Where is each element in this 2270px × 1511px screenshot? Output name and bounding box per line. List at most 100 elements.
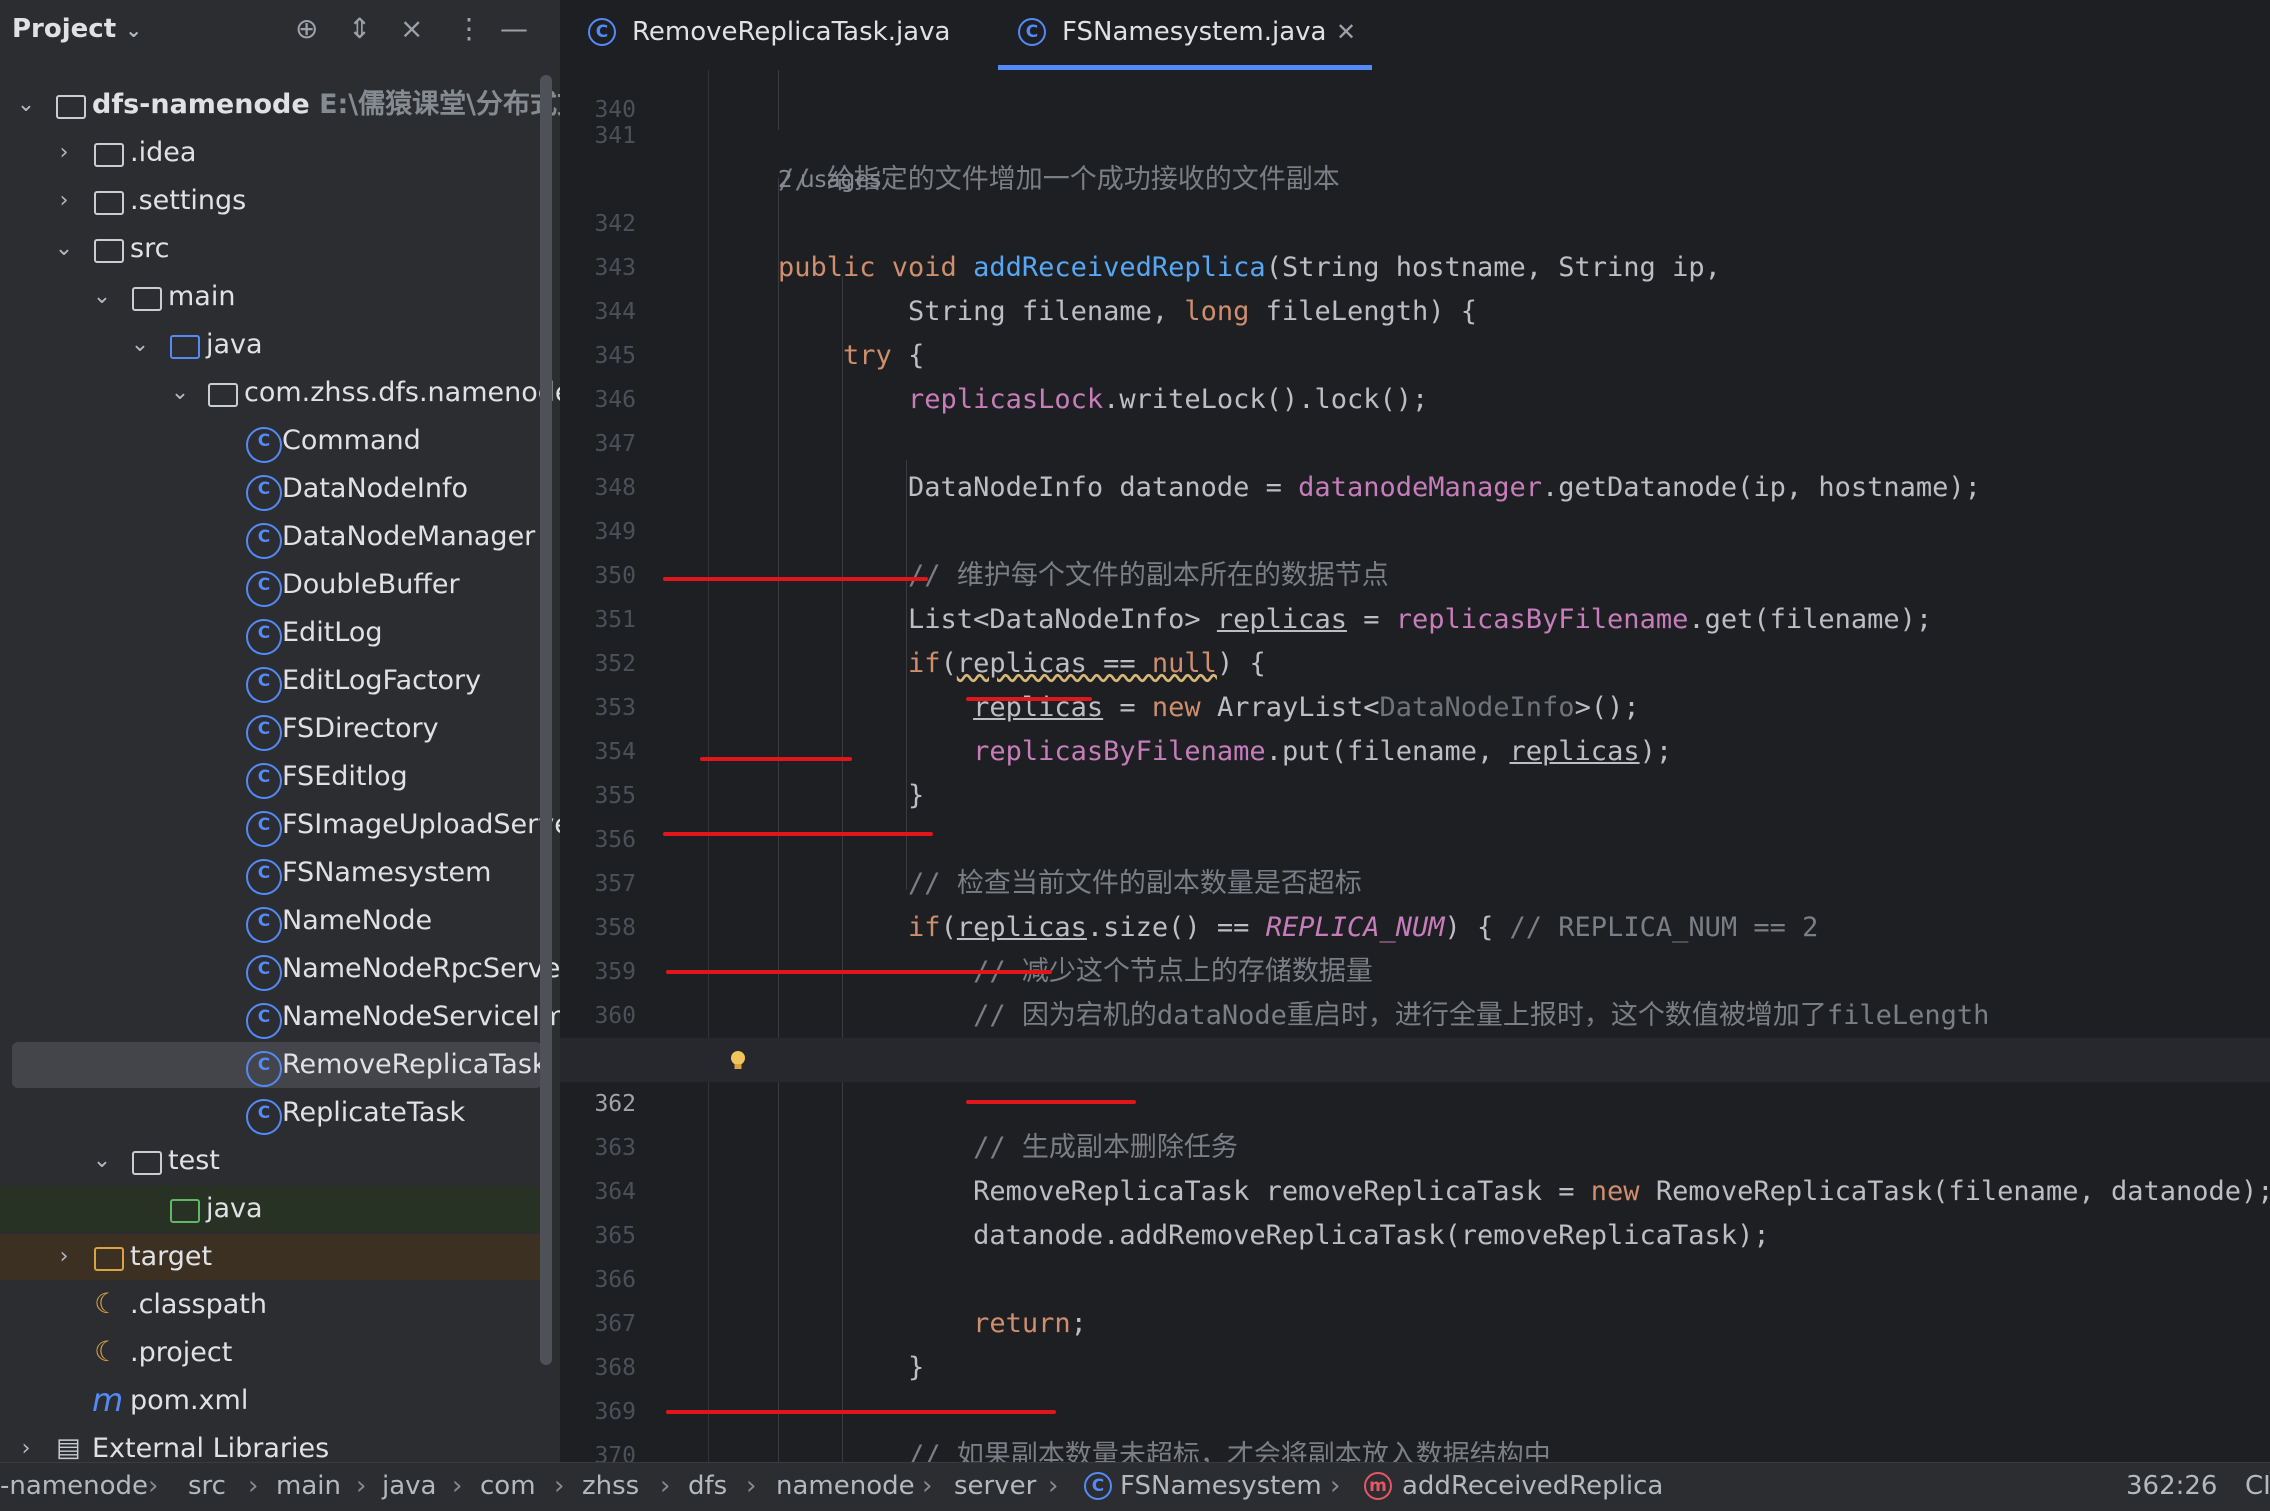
status-widget[interactable]: CI <box>2245 1463 2270 1509</box>
close-icon[interactable]: ✕ <box>1336 0 1356 64</box>
tree-item-class[interactable]: C NameNode <box>0 898 545 944</box>
tree-item-class[interactable]: C Command <box>0 418 545 464</box>
code-line[interactable]: 357 if(replicas.size() == REPLICA_NUM) {… <box>560 818 2270 943</box>
tree-item-label: FSNamesystem <box>282 857 492 888</box>
chevron-down-icon[interactable]: ⌄ <box>168 370 192 416</box>
tree-item-folder[interactable]: › .settings <box>0 178 545 224</box>
breadcrumb-item[interactable]: namenode <box>776 1463 915 1509</box>
tree-item-class[interactable]: C DataNodeManager <box>0 514 545 560</box>
chevron-right-icon[interactable]: › <box>14 1426 38 1462</box>
tree-item-source-folder[interactable]: ⌄ java <box>0 322 545 368</box>
class-icon: C <box>246 523 282 559</box>
chevron-down-icon[interactable]: ⌄ <box>90 274 114 320</box>
code-line[interactable]: 341 // 给指定的文件增加一个成功接收的文件副本 <box>560 70 2270 195</box>
code-line[interactable]: 367 } <box>560 1258 2270 1383</box>
more-options-icon[interactable]: ⋮ <box>455 12 483 45</box>
code-line[interactable]: 343 String filename, long fileLength) { <box>560 202 2270 327</box>
code-line[interactable]: 358 // 减少这个节点上的存储数据量 <box>560 862 2270 987</box>
locate-icon[interactable]: ⊕ <box>295 12 318 45</box>
tree-item-label: NameNode <box>282 905 433 936</box>
code-line[interactable]: 369 // 如果副本数量未超标，才会将副本放入数据结构中 <box>560 1346 2270 1462</box>
collapse-all-icon[interactable]: ⨯ <box>400 12 423 45</box>
code-line[interactable]: 354 } <box>560 686 2270 811</box>
tree-item-class[interactable]: C EditLog <box>0 610 545 656</box>
code-line[interactable]: 363 RemoveReplicaTask removeReplicaTask … <box>560 1082 2270 1207</box>
code-line[interactable]: 347 DataNodeInfo datanode = datanodeMana… <box>560 378 2270 503</box>
caret-position[interactable]: 362:26 <box>2126 1463 2217 1509</box>
breadcrumb-item[interactable]: com <box>480 1463 536 1509</box>
tree-item-folder[interactable]: ⌄ test <box>0 1138 545 1184</box>
tab-fsnamesystem[interactable]: C FSNamesystem.java ✕ <box>998 0 1372 70</box>
tree-item-libraries[interactable]: › ▤ External Libraries <box>0 1426 545 1462</box>
code-line[interactable]: 356 // 检查当前文件的副本数量是否超标 <box>560 774 2270 899</box>
tree-item-class[interactable]: C DataNodeInfo <box>0 466 545 512</box>
project-view-selector[interactable]: Project ⌄ <box>12 14 142 44</box>
code-line[interactable]: 359 // 因为宕机的dataNode重启时，进行全量上报时，这个数值被增加了… <box>560 906 2270 1031</box>
tab-remove-replica-task[interactable]: C RemoveReplicaTask.java <box>588 0 950 70</box>
chevron-right-icon[interactable]: › <box>52 1234 76 1280</box>
tree-item-class[interactable]: C FSImageUploadServer <box>0 802 560 848</box>
tree-item-class[interactable]: C DoubleBuffer <box>0 562 545 608</box>
tree-item-class[interactable]: C FSNamesystem <box>0 850 545 896</box>
chevron-down-icon: ⌄ <box>125 18 142 42</box>
project-scrollbar[interactable] <box>540 75 552 1365</box>
project-tool-window: Project ⌄ ⊕ ⇕ ⨯ ⋮ — ⌄ dfs-namenode E:\儒猿… <box>0 0 560 1462</box>
tree-item-package[interactable]: ⌄ com.zhss.dfs.namenode.s <box>0 370 560 416</box>
tree-item-class-selected[interactable]: C RemoveReplicaTask <box>12 1042 548 1088</box>
code-line-current[interactable]: 362 // 生成副本删除任务 <box>560 1038 2270 1163</box>
breadcrumb-item[interactable]: java <box>382 1463 436 1509</box>
breadcrumb-item[interactable]: src <box>188 1463 226 1509</box>
tree-item-folder[interactable]: › .idea <box>0 130 545 176</box>
tree-item-file[interactable]: m pom.xml <box>0 1378 545 1424</box>
tree-item-file[interactable]: ☾ .classpath <box>0 1282 545 1328</box>
code-line[interactable]: 344 try { <box>560 246 2270 371</box>
chevron-down-icon[interactable]: ⌄ <box>52 226 76 272</box>
code-line[interactable]: 368 <box>560 1302 2270 1381</box>
tree-item-class[interactable]: C FSEditlog <box>0 754 545 800</box>
lightbulb-icon[interactable] <box>728 1050 748 1072</box>
tree-item-class[interactable]: C EditLogFactory <box>0 658 545 704</box>
breadcrumb-item[interactable]: main <box>276 1463 341 1509</box>
chevron-right-icon[interactable]: › <box>52 130 76 176</box>
breadcrumb-item[interactable]: zhss <box>582 1463 639 1509</box>
chevron-down-icon[interactable]: ⌄ <box>14 82 38 128</box>
code-line[interactable]: 342 public void addReceivedReplica(Strin… <box>560 158 2270 283</box>
tree-item-class[interactable]: C FSDirectory <box>0 706 545 752</box>
code-line[interactable]: 352 replicas = new ArrayList<DataNodeInf… <box>560 598 2270 723</box>
tree-item-folder[interactable]: ⌄ main <box>0 274 545 320</box>
code-line[interactable]: 346 <box>560 334 2270 413</box>
tree-item-module[interactable]: ⌄ dfs-namenode E:\儒猿课堂\分布式文件 <box>0 82 560 128</box>
chevron-down-icon[interactable]: ⌄ <box>128 322 152 368</box>
code-line[interactable]: 361 <box>560 994 2270 1073</box>
tree-item-label: main <box>168 281 236 312</box>
code-line[interactable]: 351 if(replicas == null) { <box>560 554 2270 679</box>
chevron-down-icon[interactable]: ⌄ <box>90 1138 114 1184</box>
breadcrumb-item[interactable]: -namenode <box>0 1463 148 1509</box>
breadcrumb-item[interactable]: dfs <box>688 1463 727 1509</box>
code-line[interactable]: 365 <box>560 1170 2270 1249</box>
tree-item-file[interactable]: ☾ .project <box>0 1330 545 1376</box>
code-line[interactable]: 349 // 维护每个文件的副本所在的数据节点 <box>560 466 2270 591</box>
code-editor[interactable]: 340 341 // 给指定的文件增加一个成功接收的文件副本 2 usages … <box>560 70 2270 1462</box>
code-line[interactable]: 364 datanode.addRemoveReplicaTask(remove… <box>560 1126 2270 1251</box>
class-icon: C <box>246 475 282 511</box>
code-line[interactable]: 366 return; <box>560 1214 2270 1339</box>
tree-item-excluded-folder[interactable]: › target <box>0 1234 545 1280</box>
tree-item-class[interactable]: C NameNodeRpcServer <box>0 946 560 992</box>
class-icon: C <box>246 907 282 943</box>
chevron-right-icon[interactable]: › <box>52 178 76 224</box>
code-line[interactable]: 355 <box>560 730 2270 809</box>
tree-item-class[interactable]: C NameNodeServiceImp <box>0 994 560 1040</box>
tree-item-class[interactable]: C ReplicateTask <box>0 1090 545 1136</box>
code-line[interactable]: 348 <box>560 422 2270 501</box>
tree-item-test-folder[interactable]: java <box>0 1186 545 1232</box>
code-line[interactable]: 350 List<DataNodeInfo> replicas = replic… <box>560 510 2270 635</box>
code-line[interactable]: 345 replicasLock.writeLock().lock(); <box>560 290 2270 415</box>
hide-panel-icon[interactable]: — <box>500 12 528 45</box>
code-line[interactable]: 353 replicasByFilename.put(filename, rep… <box>560 642 2270 767</box>
expand-all-icon[interactable]: ⇕ <box>348 12 371 45</box>
breadcrumb-item[interactable]: FSNamesystem <box>1120 1463 1322 1509</box>
tree-item-folder[interactable]: ⌄ src <box>0 226 545 272</box>
breadcrumb-item[interactable]: server <box>954 1463 1036 1509</box>
breadcrumb-item[interactable]: addReceivedReplica <box>1402 1463 1663 1509</box>
